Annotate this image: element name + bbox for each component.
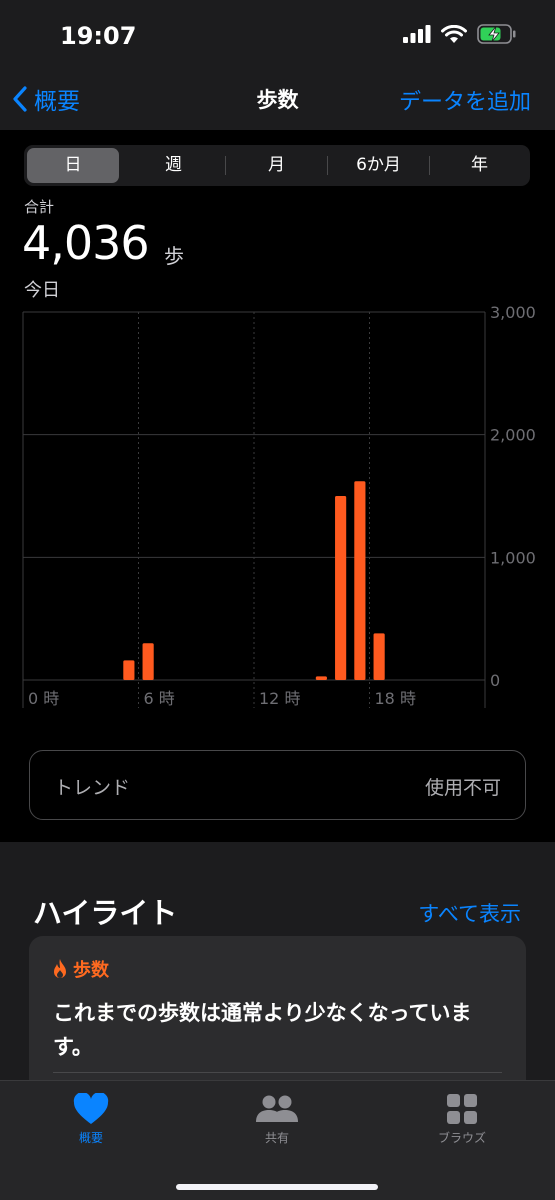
status-bar: 19:07 xyxy=(0,0,555,70)
highlight-category-label: 歩数 xyxy=(73,960,109,981)
add-data-button[interactable]: データを追加 xyxy=(399,84,531,116)
chevron-left-icon xyxy=(13,86,27,112)
segment-year[interactable]: 年 xyxy=(432,148,527,183)
total-steps-value: 4,036 xyxy=(22,216,150,270)
x-tick-label: 0 時 xyxy=(28,689,59,708)
segment-week[interactable]: 週 xyxy=(125,148,222,183)
y-tick-label: 0 xyxy=(490,671,500,690)
y-tick-label: 1,000 xyxy=(490,548,536,567)
chart-bar xyxy=(335,496,347,680)
total-label: 合計 xyxy=(24,198,55,216)
battery-charging-icon xyxy=(477,24,516,44)
chart-bar xyxy=(142,643,154,680)
x-tick-label: 6 時 xyxy=(144,689,175,708)
home-indicator xyxy=(176,1184,378,1190)
chart-bar xyxy=(123,660,135,680)
y-tick-label: 3,000 xyxy=(490,303,536,322)
status-time: 19:07 xyxy=(60,22,137,50)
tab-summary[interactable]: 概要 xyxy=(31,1093,151,1146)
trend-label: トレンド xyxy=(54,777,131,799)
people-icon xyxy=(256,1095,298,1122)
segment-day[interactable]: 日 xyxy=(27,148,119,183)
heart-icon xyxy=(73,1093,109,1124)
navigation-bar: 概要 歩数 データを追加 xyxy=(0,70,555,130)
main-content: 日 週 月 6か月 年 合計 4,036 歩 今日 0 1,000 2,000 3,0… xyxy=(0,130,555,842)
x-tick-label: 12 時 xyxy=(259,689,300,708)
show-all-link[interactable]: すべて表示 xyxy=(418,898,521,928)
back-button[interactable]: 概要 xyxy=(12,82,80,116)
tab-browse-label: ブラウズ xyxy=(437,1131,486,1145)
chart-bar xyxy=(354,481,366,680)
wifi-icon xyxy=(441,24,467,43)
highlight-category: 歩数 xyxy=(51,956,109,982)
y-tick-label: 2,000 xyxy=(490,426,536,445)
trend-card[interactable]: トレンド 使用不可 xyxy=(29,750,526,820)
tab-sharing-label: 共有 xyxy=(264,1131,289,1145)
segment-divider xyxy=(327,156,328,175)
segment-divider xyxy=(225,156,226,175)
segment-month[interactable]: 月 xyxy=(228,148,325,183)
segment-six-months[interactable]: 6か月 xyxy=(330,148,427,183)
segment-divider xyxy=(429,156,430,175)
flame-icon xyxy=(54,959,66,978)
highlight-text: これまでの歩数は通常より少なくなっています。 xyxy=(53,1001,472,1059)
chart-bar xyxy=(315,676,327,680)
trend-value: 使用不可 xyxy=(424,777,501,799)
chart-bar xyxy=(373,633,385,680)
signal-icon xyxy=(403,25,431,43)
steps-unit: 歩 xyxy=(164,244,184,268)
tab-summary-label: 概要 xyxy=(78,1131,103,1145)
back-button-label: 概要 xyxy=(34,89,80,115)
highlight-divider xyxy=(53,1072,502,1073)
date-label: 今日 xyxy=(24,280,60,301)
highlights-title: ハイライト xyxy=(33,896,178,930)
status-icons xyxy=(403,24,517,44)
time-range-segmented-control: 日 週 月 6か月 年 xyxy=(24,145,530,186)
tab-browse[interactable]: ブラウズ xyxy=(402,1093,522,1146)
tab-bar: 概要 共有 ブラウズ xyxy=(0,1080,555,1200)
grid-icon xyxy=(447,1094,477,1124)
tab-sharing[interactable]: 共有 xyxy=(217,1093,337,1146)
steps-chart[interactable]: 0 1,000 2,000 3,000 0 時 6 時 12 時 18 時 xyxy=(0,302,555,722)
x-tick-label: 18 時 xyxy=(375,689,416,708)
